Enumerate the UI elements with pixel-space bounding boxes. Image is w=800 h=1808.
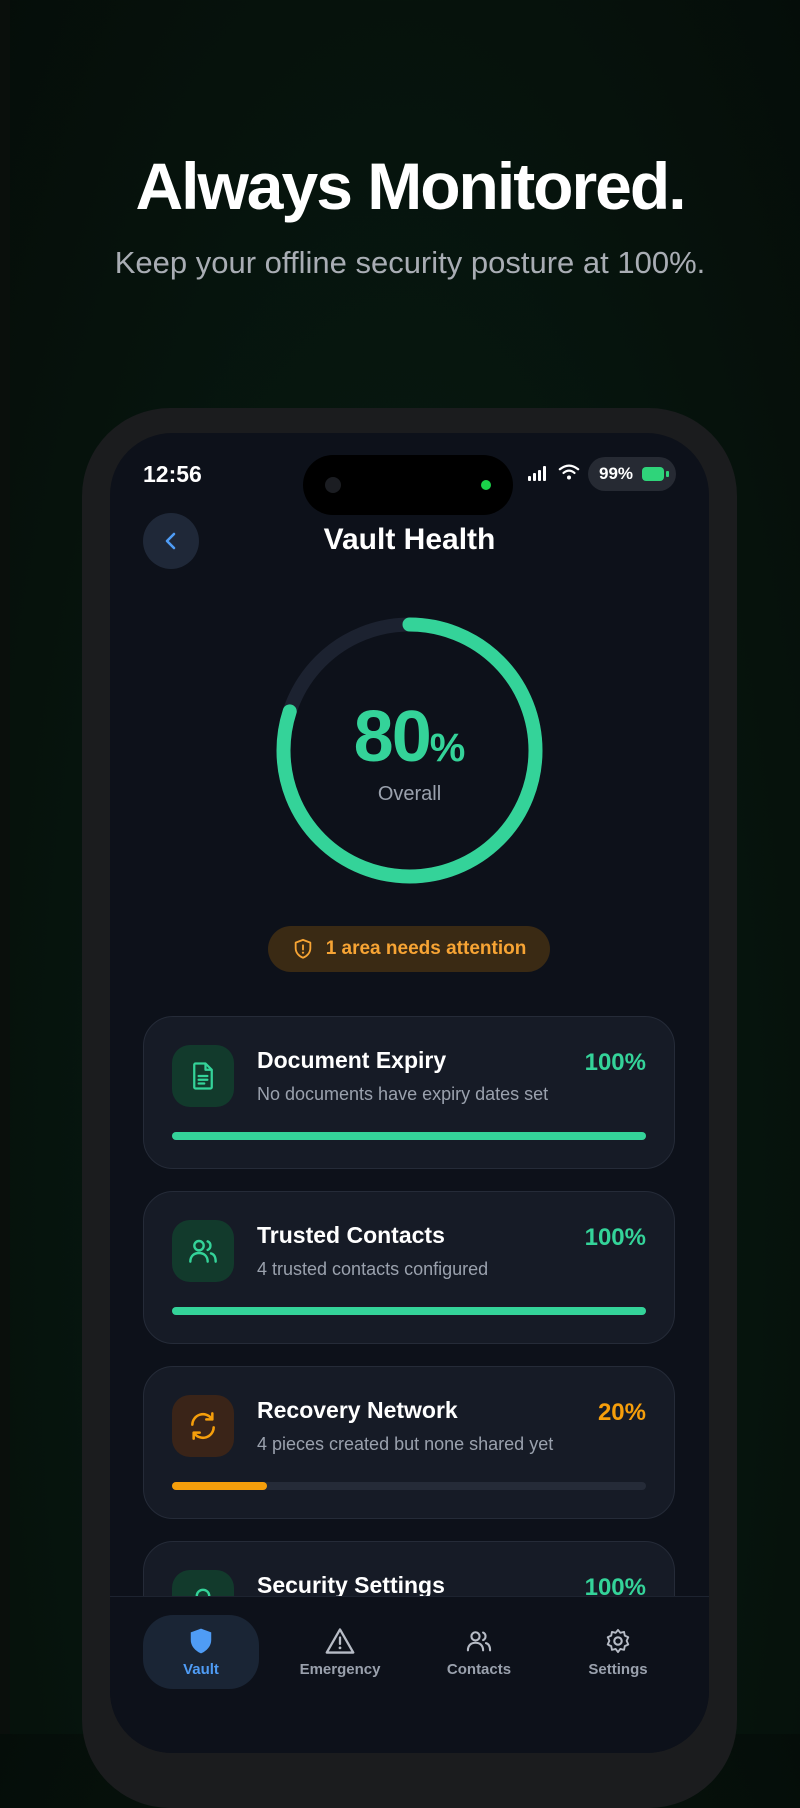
battery-percent: 99%	[599, 464, 634, 483]
users-icon	[466, 1630, 492, 1651]
card-icon-box	[172, 1220, 234, 1282]
tab-label: Settings	[588, 1660, 648, 1678]
camera-icon	[325, 477, 341, 493]
health-card-recovery-network[interactable]: Recovery Network 4 pieces created but no…	[143, 1366, 675, 1519]
card-description: No documents have expiry dates set	[257, 1084, 549, 1104]
card-description: 4 pieces created but none shared yet	[257, 1434, 554, 1454]
overall-score: 80%	[272, 696, 547, 778]
card-title: Security Settings	[257, 1572, 445, 1598]
shield-alert-icon	[294, 938, 311, 959]
health-card-trusted-contacts[interactable]: Trusted Contacts 4 trusted contacts conf…	[143, 1191, 675, 1344]
signal-icon	[528, 466, 546, 481]
tab-settings[interactable]: Settings	[560, 1615, 676, 1689]
document-icon	[193, 1062, 213, 1090]
wifi-icon	[558, 464, 580, 480]
camera-indicator-icon	[481, 480, 491, 490]
card-progress-fill	[172, 1307, 646, 1315]
shield-icon	[190, 1628, 212, 1653]
card-progress-fill	[172, 1482, 267, 1490]
dynamic-island	[303, 455, 513, 515]
warning-triangle-icon	[325, 1627, 355, 1654]
card-icon-box	[172, 1395, 234, 1457]
tab-label: Contacts	[446, 1660, 512, 1678]
battery-cap	[666, 471, 669, 477]
tab-emergency[interactable]: Emergency	[282, 1615, 398, 1689]
battery-icon	[642, 467, 664, 481]
card-progress-track	[172, 1132, 646, 1140]
refresh-icon	[191, 1412, 215, 1440]
attention-badge[interactable]: 1 area needs attention	[268, 926, 550, 972]
card-percent: 100%	[584, 1224, 646, 1251]
card-title: Trusted Contacts	[257, 1222, 445, 1248]
card-icon-box	[172, 1045, 234, 1107]
card-title: Document Expiry	[257, 1047, 447, 1073]
overall-score-value: 80	[353, 697, 432, 777]
hero-subtitle: Keep your offline security posture at 10…	[114, 245, 706, 280]
users-icon	[189, 1239, 217, 1263]
page-title: Vault Health	[323, 523, 496, 556]
phone-screen: 12:56 99% Vault Health 80% Overall 1 are…	[110, 433, 709, 1753]
gear-icon	[606, 1628, 630, 1653]
card-title: Recovery Network	[257, 1397, 458, 1423]
overall-label: Overall	[377, 783, 442, 805]
card-percent: 20%	[597, 1399, 646, 1426]
hero-title: Always Monitored.	[135, 149, 686, 223]
tab-label: Vault	[183, 1660, 219, 1678]
card-progress-track	[172, 1482, 646, 1490]
status-time: 12:56	[143, 461, 202, 487]
tab-contacts[interactable]: Contacts	[421, 1615, 537, 1689]
card-percent: 100%	[584, 1049, 646, 1076]
tab-vault[interactable]: Vault	[143, 1615, 259, 1689]
battery-indicator: 99%	[588, 457, 676, 491]
card-progress-fill	[172, 1132, 646, 1140]
health-card-document-expiry[interactable]: Document Expiry No documents have expiry…	[143, 1016, 675, 1169]
overall-score-unit: %	[429, 726, 466, 770]
tab-label: Emergency	[299, 1660, 381, 1678]
card-description: 4 trusted contacts configured	[257, 1259, 489, 1279]
attention-label: 1 area needs attention	[325, 938, 527, 959]
tab-bar: Vault Emergency Contacts Settings	[110, 1596, 709, 1753]
card-progress-track	[172, 1307, 646, 1315]
